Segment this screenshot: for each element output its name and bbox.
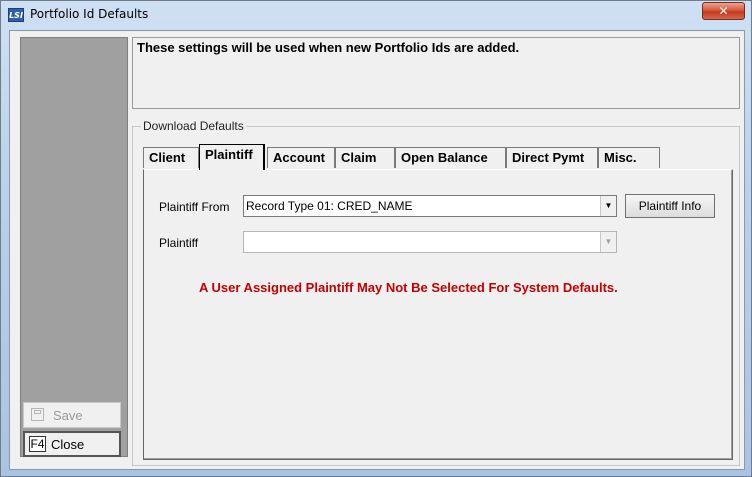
tab-misc[interactable]: Misc. [598, 147, 660, 168]
tab-direct-pymt[interactable]: Direct Pymt [506, 147, 598, 168]
save-button-label: Save [53, 408, 83, 423]
save-button[interactable]: Save [23, 402, 121, 428]
dialog-body: Save F4 Close These settings will be use… [9, 30, 745, 470]
floppy-disk-icon [31, 408, 44, 421]
plaintiff-from-label: Plaintiff From [159, 200, 230, 214]
plaintiff-from-dropdown[interactable]: Record Type 01: CRED_NAME ▼ [243, 195, 617, 217]
chevron-down-icon[interactable]: ▼ [600, 232, 616, 252]
tab-client[interactable]: Client [143, 147, 199, 168]
info-panel: These settings will be used when new Por… [132, 37, 740, 109]
download-defaults-legend: Download Defaults [141, 119, 246, 133]
title-bar[interactable]: LSI Portfolio Id Defaults ✕ [1, 1, 751, 29]
sidebar-panel [20, 37, 128, 457]
tab-plaintiff[interactable]: Plaintiff [199, 144, 265, 170]
plaintiff-from-value: Record Type 01: CRED_NAME [246, 199, 413, 213]
tab-open-balance[interactable]: Open Balance [395, 147, 506, 168]
f4-key-icon: F4 [29, 436, 46, 452]
warning-message: A User Assigned Plaintiff May Not Be Sel… [199, 280, 618, 295]
plaintiff-label: Plaintiff [159, 236, 199, 250]
app-icon: LSI [8, 8, 24, 22]
close-button-label: Close [51, 437, 85, 452]
info-text: These settings will be used when new Por… [137, 40, 520, 55]
close-button[interactable]: F4 Close [23, 431, 121, 457]
plaintiff-info-button[interactable]: Plaintiff Info [625, 194, 715, 218]
window-close-button[interactable]: ✕ [702, 2, 745, 20]
chevron-down-icon[interactable]: ▼ [600, 196, 616, 216]
plaintiff-dropdown[interactable]: ▼ [243, 231, 617, 253]
tab-claim[interactable]: Claim [335, 147, 395, 168]
window-title: Portfolio Id Defaults [30, 7, 149, 21]
tab-strip: Client Plaintiff Account Claim Open Bala… [143, 144, 733, 170]
portfolio-id-defaults-window: LSI Portfolio Id Defaults ✕ Save F4 Clos… [0, 0, 752, 477]
download-defaults-group: Download Defaults Client Plaintiff Accou… [132, 119, 740, 466]
plaintiff-tab-page: Plaintiff From Record Type 01: CRED_NAME… [143, 169, 733, 460]
tab-account[interactable]: Account [267, 147, 335, 168]
